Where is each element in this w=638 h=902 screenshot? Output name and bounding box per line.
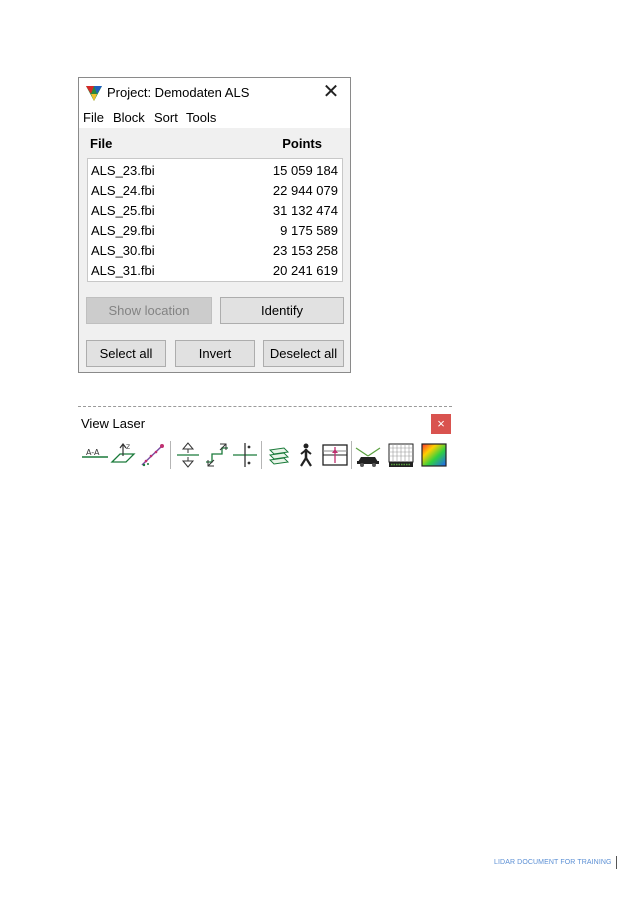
shift-arrows-icon[interactable] [202, 440, 232, 470]
file-name: ALS_25.fbi [91, 203, 155, 218]
point-count: 22 944 079 [272, 183, 338, 198]
table-row[interactable]: ALS_24.fbi 22 944 079 [88, 181, 342, 201]
table-row[interactable]: ALS_25.fbi 31 132 474 [88, 201, 342, 221]
file-name: ALS_23.fbi [91, 163, 155, 178]
menu-sort[interactable]: Sort [154, 110, 178, 125]
table-row[interactable]: ALS_30.fbi 23 153 258 [88, 241, 342, 261]
svg-text:A-A: A-A [86, 448, 100, 457]
menu-bar: File Block Sort Tools [79, 108, 350, 128]
surface-line-icon[interactable]: A-A [80, 440, 110, 470]
menu-block[interactable]: Block [113, 110, 145, 125]
layers-icon[interactable] [264, 440, 294, 470]
walker-icon[interactable] [291, 440, 321, 470]
point-count: 9 175 589 [280, 223, 338, 238]
dialog-titlebar[interactable]: Project: Demodaten ALS ✕ [79, 78, 350, 108]
cross-section-icon[interactable] [230, 440, 260, 470]
file-name: ALS_24.fbi [91, 183, 155, 198]
file-name: ALS_29.fbi [91, 223, 155, 238]
identify-button[interactable]: Identify [220, 297, 344, 324]
list-header: File Points [79, 128, 350, 154]
select-all-button[interactable]: Select all [86, 340, 166, 367]
footer-divider [616, 856, 617, 869]
toolbar-separator [261, 441, 262, 469]
file-name: ALS_30.fbi [91, 243, 155, 258]
dialog-title: Project: Demodaten ALS [107, 85, 250, 100]
file-name: ALS_31.fbi [91, 263, 155, 278]
toolbar-grip[interactable] [78, 406, 452, 407]
menu-file[interactable]: File [83, 110, 104, 125]
up-down-arrows-icon[interactable] [173, 440, 203, 470]
show-location-button[interactable]: Show location [86, 297, 212, 324]
color-map-icon[interactable] [419, 440, 449, 470]
toolbar-title: View Laser [81, 416, 146, 431]
vehicle-scan-icon[interactable] [353, 440, 383, 470]
laser-line-icon[interactable] [138, 440, 168, 470]
point-count: 31 132 474 [272, 203, 338, 218]
invert-button[interactable]: Invert [175, 340, 255, 367]
deselect-all-button[interactable]: Deselect all [263, 340, 344, 367]
toolbar-close-button[interactable]: × [431, 414, 451, 434]
svg-text:Z: Z [126, 444, 130, 451]
column-header-file[interactable]: File [90, 136, 112, 151]
table-row[interactable]: ALS_31.fbi 20 241 619 [88, 261, 342, 281]
project-dialog: Project: Demodaten ALS ✕ File Block Sort… [78, 77, 351, 373]
column-header-points[interactable]: Points [282, 136, 322, 151]
app-logo-icon [86, 86, 102, 101]
point-count: 23 153 258 [272, 243, 338, 258]
close-button[interactable]: ✕ [320, 81, 342, 103]
table-row[interactable]: ALS_29.fbi 9 175 589 [88, 221, 342, 241]
point-count: 20 241 619 [272, 263, 338, 278]
file-list[interactable]: ALS_23.fbi 15 059 184 ALS_24.fbi 22 944 … [87, 158, 343, 282]
grid-icon[interactable] [386, 440, 416, 470]
height-cut-icon[interactable]: Z [108, 440, 138, 470]
toolbar-separator [351, 441, 352, 469]
menu-tools[interactable]: Tools [186, 110, 216, 125]
point-count: 15 059 184 [272, 163, 338, 178]
footer-text: LIDAR DOCUMENT FOR TRAINING [494, 859, 612, 866]
table-row[interactable]: ALS_23.fbi 15 059 184 [88, 161, 342, 181]
section-view-icon[interactable] [320, 440, 350, 470]
toolbar-separator [170, 441, 171, 469]
